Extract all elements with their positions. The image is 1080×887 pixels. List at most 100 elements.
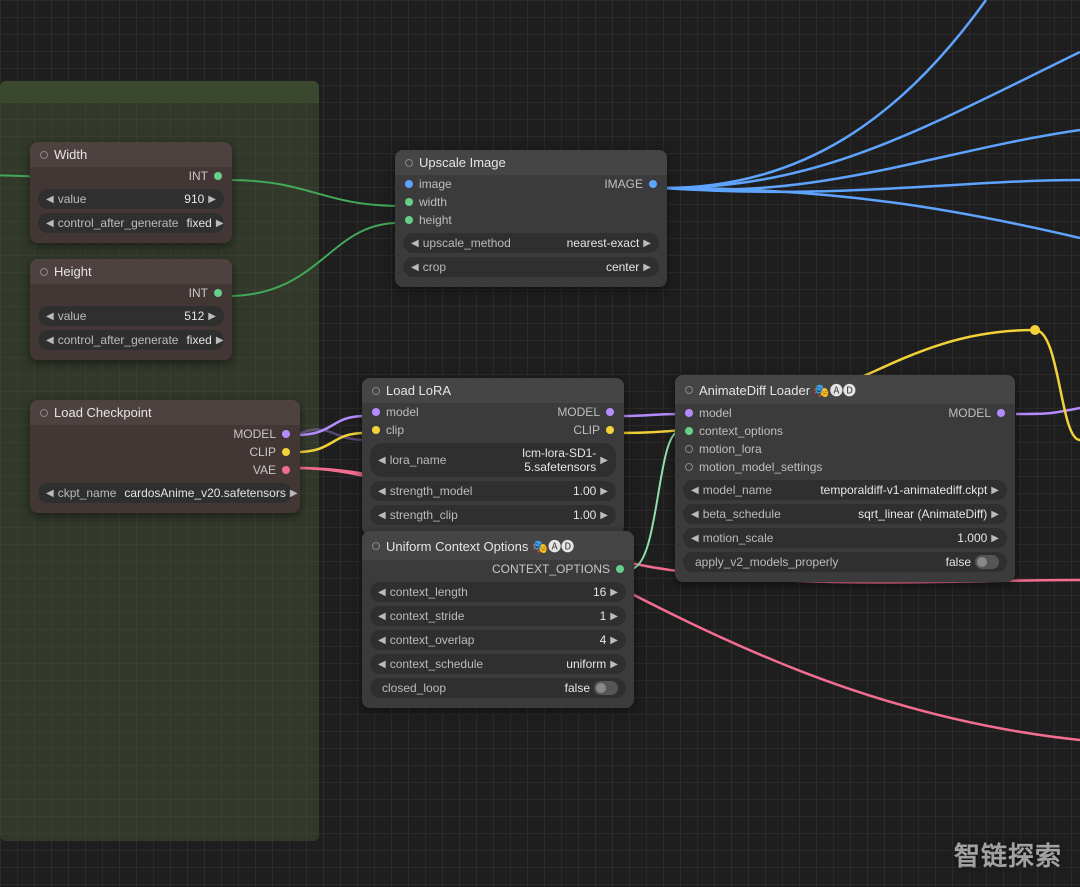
widget-beta-schedule[interactable]: ◀beta_schedulesqrt_linear (AnimateDiff)▶ — [683, 504, 1007, 524]
chevron-left-icon: ◀ — [378, 659, 386, 670]
widget-label: crop — [419, 260, 602, 274]
chevron-left-icon: ◀ — [411, 262, 419, 273]
widget-value-text: cardosAnime_v20.safetensors — [120, 486, 289, 500]
output-port-clip[interactable] — [606, 426, 614, 434]
widget-context-length[interactable]: ◀context_length16▶ — [370, 582, 626, 602]
input-port-width[interactable] — [405, 198, 413, 206]
node-uniform-context-options[interactable]: Uniform Context Options 🎭🅐🅓 CONTEXT_OPTI… — [362, 531, 634, 708]
node-header[interactable]: Height — [30, 259, 232, 284]
output-port-clip[interactable] — [282, 448, 290, 456]
output-port-vae[interactable] — [282, 466, 290, 474]
output-port-model[interactable] — [282, 430, 290, 438]
widget-value-text: fixed — [182, 333, 215, 347]
output-label-vae: VAE — [253, 463, 276, 477]
widget-apply-v2-models-properly[interactable]: apply_v2_models_properlyfalse — [683, 552, 1007, 572]
input-port-motion-lora[interactable] — [685, 445, 693, 453]
node-header[interactable]: Upscale Image — [395, 150, 667, 175]
output-port-context-options[interactable] — [616, 565, 624, 573]
chevron-right-icon: ▶ — [991, 509, 999, 520]
output-port-int[interactable] — [214, 172, 222, 180]
widget-value[interactable]: ◀ value 910 ▶ — [38, 189, 224, 209]
input-port-motion-model-settings[interactable] — [685, 463, 693, 471]
toggle-icon — [975, 555, 999, 569]
input-label-width: width — [419, 195, 447, 209]
output-port-int[interactable] — [214, 289, 222, 297]
input-port-height[interactable] — [405, 216, 413, 224]
node-upscale-image[interactable]: Upscale Image image IMAGE width height ◀… — [395, 150, 667, 287]
collapse-icon[interactable] — [372, 542, 380, 550]
chevron-right-icon: ▶ — [290, 488, 298, 499]
widget-value-text: 4 — [596, 633, 611, 647]
input-label-context-options: context_options — [699, 424, 783, 438]
node-header[interactable]: Uniform Context Options 🎭🅐🅓 — [362, 531, 634, 560]
widget-value-text: 512 — [180, 309, 208, 323]
widget-value-text: fixed — [182, 216, 215, 230]
input-port-model[interactable] — [372, 408, 380, 416]
output-port-model[interactable] — [606, 408, 614, 416]
node-title: Uniform Context Options 🎭🅐🅓 — [386, 536, 574, 555]
node-width[interactable]: Width INT ◀ value 910 ▶ ◀ control_after_… — [30, 142, 232, 243]
input-label-height: height — [419, 213, 452, 227]
output-port-image[interactable] — [649, 180, 657, 188]
collapse-icon[interactable] — [685, 386, 693, 394]
chevron-right-icon: ▶ — [600, 455, 608, 466]
widget-label: context_stride — [386, 609, 596, 623]
widget-context-stride[interactable]: ◀context_stride1▶ — [370, 606, 626, 626]
collapse-icon[interactable] — [405, 159, 413, 167]
input-label-motion-model-settings: motion_model_settings — [699, 460, 822, 474]
widget-upscale-method[interactable]: ◀ upscale_method nearest-exact ▶ — [403, 233, 659, 253]
input-port-image[interactable] — [405, 180, 413, 188]
chevron-left-icon: ◀ — [46, 311, 54, 322]
chevron-right-icon: ▶ — [643, 262, 651, 273]
widget-context-overlap[interactable]: ◀context_overlap4▶ — [370, 630, 626, 650]
chevron-right-icon: ▶ — [216, 218, 224, 229]
widget-closed-loop[interactable]: closed_loopfalse — [370, 678, 626, 698]
output-label-clip: CLIP — [249, 445, 276, 459]
widget-strength-clip[interactable]: ◀ strength_clip 1.00 ▶ — [370, 505, 616, 525]
collapse-icon[interactable] — [372, 387, 380, 395]
widget-strength-model[interactable]: ◀ strength_model 1.00 ▶ — [370, 481, 616, 501]
node-header[interactable]: Width — [30, 142, 232, 167]
chevron-right-icon: ▶ — [600, 486, 608, 497]
widget-crop[interactable]: ◀ crop center ▶ — [403, 257, 659, 277]
chevron-left-icon: ◀ — [411, 238, 419, 249]
widget-ckpt-name[interactable]: ◀ ckpt_name cardosAnime_v20.safetensors … — [38, 483, 292, 503]
widget-model-name[interactable]: ◀model_nametemporaldiff-v1-animatediff.c… — [683, 480, 1007, 500]
chevron-left-icon: ◀ — [378, 510, 386, 521]
node-load-checkpoint[interactable]: Load Checkpoint MODEL CLIP VAE ◀ ckpt_na… — [30, 400, 300, 513]
collapse-icon[interactable] — [40, 151, 48, 159]
node-header[interactable]: AnimateDiff Loader 🎭🅐🅓 — [675, 375, 1015, 404]
watermark: 智链探索 — [954, 836, 1062, 873]
widget-label: value — [54, 309, 181, 323]
output-port-model[interactable] — [997, 409, 1005, 417]
toggle-icon — [594, 681, 618, 695]
node-header[interactable]: Load LoRA — [362, 378, 624, 403]
input-port-context-options[interactable] — [685, 427, 693, 435]
widget-control-after-generate[interactable]: ◀ control_after_generate fixed ▶ — [38, 330, 224, 350]
chevron-left-icon: ◀ — [378, 611, 386, 622]
input-port-clip[interactable] — [372, 426, 380, 434]
chevron-right-icon: ▶ — [600, 510, 608, 521]
widget-value-text: center — [602, 260, 643, 274]
collapse-icon[interactable] — [40, 268, 48, 276]
chevron-left-icon: ◀ — [46, 194, 54, 205]
widget-motion-scale[interactable]: ◀motion_scale1.000▶ — [683, 528, 1007, 548]
widget-label: model_name — [699, 483, 817, 497]
widget-context-schedule[interactable]: ◀context_scheduleuniform▶ — [370, 654, 626, 674]
chevron-left-icon: ◀ — [46, 218, 54, 229]
widget-value-text: lcm-lora-SD1-5.safetensors — [450, 446, 600, 474]
chevron-left-icon: ◀ — [46, 488, 54, 499]
node-load-lora[interactable]: Load LoRA model MODEL clip CLIP ◀ lora_n… — [362, 378, 624, 535]
widget-control-after-generate[interactable]: ◀ control_after_generate fixed ▶ — [38, 213, 224, 233]
node-header[interactable]: Load Checkpoint — [30, 400, 300, 425]
input-port-model[interactable] — [685, 409, 693, 417]
node-title: Load LoRA — [386, 383, 451, 398]
widget-value[interactable]: ◀ value 512 ▶ — [38, 306, 224, 326]
widget-value-text: 1.00 — [569, 484, 600, 498]
widget-lora-name[interactable]: ◀ lora_name lcm-lora-SD1-5.safetensors ▶ — [370, 443, 616, 477]
node-animatediff-loader[interactable]: AnimateDiff Loader 🎭🅐🅓 model MODEL conte… — [675, 375, 1015, 582]
collapse-icon[interactable] — [40, 409, 48, 417]
node-height[interactable]: Height INT ◀ value 512 ▶ ◀ control_after… — [30, 259, 232, 360]
output-label-model: MODEL — [233, 427, 276, 441]
output-label-context-options: CONTEXT_OPTIONS — [492, 562, 610, 576]
